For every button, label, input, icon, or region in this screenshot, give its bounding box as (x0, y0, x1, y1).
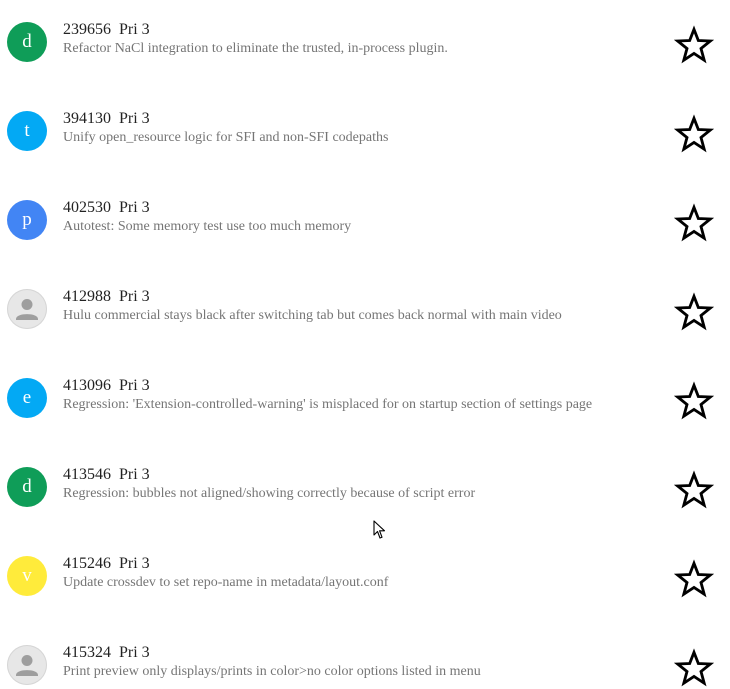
issue-id: 402530 (63, 199, 111, 216)
person-icon (16, 299, 38, 320)
issue-title: 413096 Pri 3 (63, 377, 150, 395)
issue-title: 402530 Pri 3 (63, 199, 150, 217)
issue-priority: Pri 3 (119, 110, 150, 127)
avatar-letter: d (22, 31, 32, 52)
issue-title: 413546 Pri 3 (63, 466, 150, 484)
issue-id: 239656 (63, 21, 111, 38)
issue-summary: Unify open_resource logic for SFI and no… (63, 130, 389, 145)
issue-title: 415324 Pri 3 (63, 644, 150, 662)
issue-priority: Pri 3 (119, 377, 150, 394)
issue-id: 415246 (63, 555, 111, 572)
issue-summary: Autotest: Some memory test use too much … (63, 219, 352, 234)
avatar: d (7, 22, 47, 62)
issue-priority: Pri 3 (119, 644, 150, 661)
issue-list: d 239656 Pri 3 Refactor NaCl integration to… (0, 0, 730, 689)
avatar-letter: t (24, 120, 30, 141)
issue-title: 394130 Pri 3 (63, 110, 150, 128)
avatar: v (7, 556, 47, 596)
issue-row[interactable]: v 415246 Pri 3 Update crossdev to set repo-… (0, 534, 730, 623)
issue-id: 413096 (63, 377, 111, 394)
star-outline-icon[interactable] (674, 648, 714, 688)
issue-summary: Hulu commercial stays black after switch… (63, 308, 562, 323)
star-outline-icon[interactable] (674, 25, 714, 65)
star-outline-icon[interactable] (674, 381, 714, 421)
issue-row[interactable]: 412988 Pri 3 Hulu commercial stays black a… (0, 267, 730, 356)
avatar: p (7, 200, 47, 240)
issue-title: 412988 Pri 3 (63, 288, 150, 306)
star-outline-icon[interactable] (674, 292, 714, 332)
star-outline-icon[interactable] (674, 114, 714, 154)
issue-priority: Pri 3 (119, 288, 150, 305)
issue-id: 412988 (63, 288, 111, 305)
avatar-letter: e (22, 387, 32, 408)
avatar: t (7, 111, 47, 151)
star-outline-icon[interactable] (674, 470, 714, 510)
avatar-letter: p (22, 209, 32, 230)
issue-summary: Update crossdev to set repo-name in meta… (63, 575, 389, 590)
star-outline-icon[interactable] (674, 559, 714, 599)
issue-summary: Refactor NaCl integration to eliminate t… (63, 41, 448, 56)
issue-row[interactable]: t 394130 Pri 3 Unify open_resource logic fo… (0, 89, 730, 178)
issue-priority: Pri 3 (119, 199, 150, 216)
avatar-letter: d (22, 476, 32, 497)
star-outline-icon[interactable] (674, 203, 714, 243)
issue-row[interactable]: 415324 Pri 3 Print preview only displays/p… (0, 623, 730, 689)
avatar: d (7, 467, 47, 507)
issue-row[interactable]: d 239656 Pri 3 Refactor NaCl integration to… (0, 0, 730, 89)
issue-title: 239656 Pri 3 (63, 21, 150, 39)
issue-summary: Regression: bubbles not aligned/showing … (63, 486, 476, 501)
avatar (7, 289, 47, 329)
issue-id: 394130 (63, 110, 111, 127)
issue-id: 415324 (63, 644, 111, 661)
avatar: e (7, 378, 47, 418)
issue-title: 415246 Pri 3 (63, 555, 150, 573)
avatar-letter: v (22, 565, 32, 586)
issue-row[interactable]: d 413546 Pri 3 Regression: bubbles not alig… (0, 445, 730, 534)
issue-summary: Print preview only displays/prints in co… (63, 664, 481, 679)
issue-priority: Pri 3 (119, 21, 150, 38)
avatar (7, 645, 47, 685)
issue-priority: Pri 3 (119, 555, 150, 572)
issue-id: 413546 (63, 466, 111, 483)
issue-priority: Pri 3 (119, 466, 150, 483)
issue-row[interactable]: p 402530 Pri 3 Autotest: Some memory test u… (0, 178, 730, 267)
person-icon (16, 655, 38, 676)
issue-summary: Regression: 'Extension-controlled-warnin… (63, 397, 593, 412)
issue-row[interactable]: e 413096 Pri 3 Regression: 'Extension-contr… (0, 356, 730, 445)
